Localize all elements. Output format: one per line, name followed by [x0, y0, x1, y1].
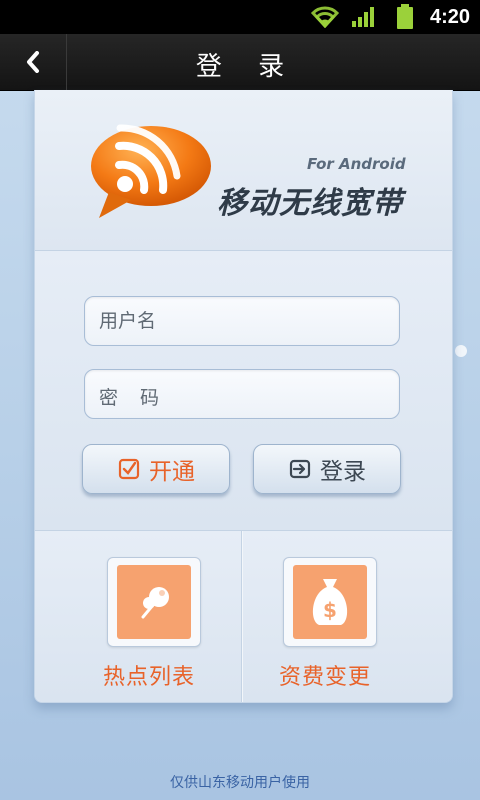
- status-bar: 4:20: [0, 0, 480, 34]
- check-square-icon: [118, 458, 140, 480]
- decorative-dot: [455, 345, 467, 357]
- username-input[interactable]: [84, 296, 400, 346]
- sign-in-icon: [289, 459, 311, 479]
- password-input[interactable]: [84, 369, 400, 419]
- tariff-tile: $: [293, 565, 367, 639]
- tariff-change-label[interactable]: 资费变更: [279, 659, 371, 691]
- login-form: 密码 开通 登录: [35, 251, 452, 531]
- footer-note: 仅供山东移动用户使用: [170, 775, 310, 791]
- logo-subtitle: For Android: [307, 155, 406, 173]
- tariff-change-button[interactable]: $: [283, 557, 377, 647]
- title-bar: 登 录: [0, 34, 480, 91]
- hotspot-list-button[interactable]: [107, 557, 201, 647]
- app-name: 移动无线宽带: [217, 186, 403, 221]
- hotspot-tile: [117, 565, 191, 639]
- open-button-label: 开通: [149, 459, 195, 485]
- divider: [241, 531, 242, 702]
- login-button-label: 登录: [320, 459, 366, 485]
- main-card: For Android 移动无线宽带 密码 开通 登录: [34, 90, 453, 703]
- pushpin-icon: [141, 587, 169, 619]
- feature-area: 热点列表 $ 资费变更: [35, 531, 452, 702]
- money-bag-icon: $: [312, 579, 348, 625]
- page-title: 登 录: [195, 52, 299, 82]
- svg-text:$: $: [323, 598, 337, 622]
- wifi-icon: [310, 6, 340, 28]
- open-button[interactable]: 开通: [82, 444, 230, 494]
- logo-area: For Android 移动无线宽带: [35, 90, 452, 251]
- battery-icon: [397, 4, 413, 29]
- signal-icon: [352, 7, 374, 27]
- rss-bubble-icon: [91, 124, 211, 218]
- status-time: 4:20: [429, 6, 470, 28]
- hotspot-list-label[interactable]: 热点列表: [103, 659, 195, 691]
- login-button[interactable]: 登录: [253, 444, 401, 494]
